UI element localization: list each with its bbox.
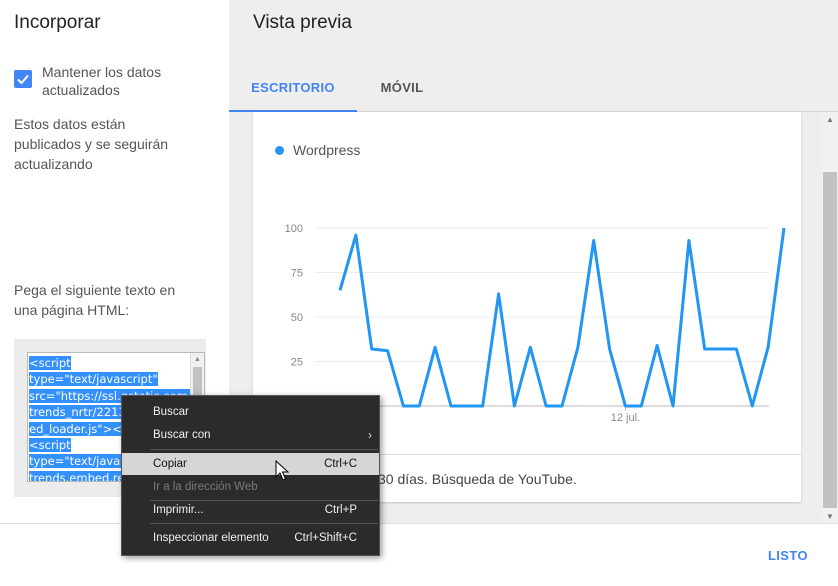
paste-instructions: Pega el siguiente texto en una página HT… <box>14 282 176 318</box>
preview-scroll-thumb[interactable] <box>823 172 837 508</box>
menu-item-print[interactable]: Imprimir... Ctrl+P <box>122 499 379 521</box>
code-line-text: <script <box>29 438 71 453</box>
submenu-chevron-icon: › <box>368 428 372 442</box>
tab-desktop[interactable]: ESCRITORIO <box>229 64 357 112</box>
scroll-up-icon[interactable]: ▲ <box>826 115 834 124</box>
code-line-text: trends.embed.ren <box>29 470 132 481</box>
y-tick-label: 25 <box>291 357 303 369</box>
menu-separator <box>150 449 378 450</box>
menu-item-search-with[interactable]: Buscar con › <box>122 424 379 446</box>
menu-item-label: Inspeccionar elemento <box>153 532 269 544</box>
menu-item-shortcut: Ctrl+Shift+C <box>294 532 357 544</box>
menu-separator <box>150 523 378 524</box>
menu-item-label: Buscar con <box>153 429 211 441</box>
keep-updated-checkbox[interactable] <box>14 70 32 88</box>
code-line-text: <script type="text/javascript" <box>29 356 158 387</box>
code-line: <script type="text/javascript" <box>29 355 187 388</box>
menu-item-inspect[interactable]: Inspeccionar elemento Ctrl+Shift+C <box>122 527 379 549</box>
embed-title: Incorporar <box>14 12 101 33</box>
published-info-text: Estos datos están publicados y se seguir… <box>14 116 169 172</box>
tab-mobile[interactable]: MÓVIL <box>357 64 447 112</box>
y-tick-label: 75 <box>291 268 303 280</box>
scroll-up-icon[interactable]: ▲ <box>194 356 201 363</box>
menu-item-label: Imprimir... <box>153 504 204 516</box>
menu-item-label: Copiar <box>153 458 187 470</box>
menu-item-copy[interactable]: Copiar Ctrl+C <box>122 453 379 475</box>
embed-dialog: Incorporar Mantener los datos actualizad… <box>0 0 838 586</box>
done-button[interactable]: LISTO <box>768 548 808 563</box>
scroll-down-icon[interactable]: ▼ <box>826 512 834 521</box>
preview-scrollbar[interactable]: ▲ ▼ <box>822 112 838 523</box>
mouse-cursor-icon <box>275 460 289 481</box>
chart-footer-text: 30 días. Búsqueda de YouTube. <box>378 471 577 487</box>
menu-item-label: Ir a la dirección Web <box>153 481 258 493</box>
keep-updated-label[interactable]: Mantener los datos actualizados <box>42 63 212 99</box>
y-tick-label: 100 <box>285 223 303 235</box>
code-line-text: type="text/javasc <box>29 454 133 469</box>
menu-item-shortcut: Ctrl+P <box>324 504 357 516</box>
preview-tabs: ESCRITORIO MÓVIL <box>229 64 838 112</box>
menu-item-search[interactable]: Buscar <box>122 401 379 423</box>
menu-item-shortcut: Ctrl+C <box>324 458 357 470</box>
menu-item-label: Buscar <box>153 406 189 418</box>
y-tick-label: 50 <box>291 312 303 324</box>
menu-item-go-to-address: Ir a la dirección Web <box>122 476 379 498</box>
x-tick-label: 12 jul. <box>611 412 640 424</box>
checkmark-icon <box>17 74 29 85</box>
context-menu: Buscar Buscar con › Copiar Ctrl+C Ir a l… <box>121 395 380 556</box>
preview-title: Vista previa <box>253 12 352 33</box>
